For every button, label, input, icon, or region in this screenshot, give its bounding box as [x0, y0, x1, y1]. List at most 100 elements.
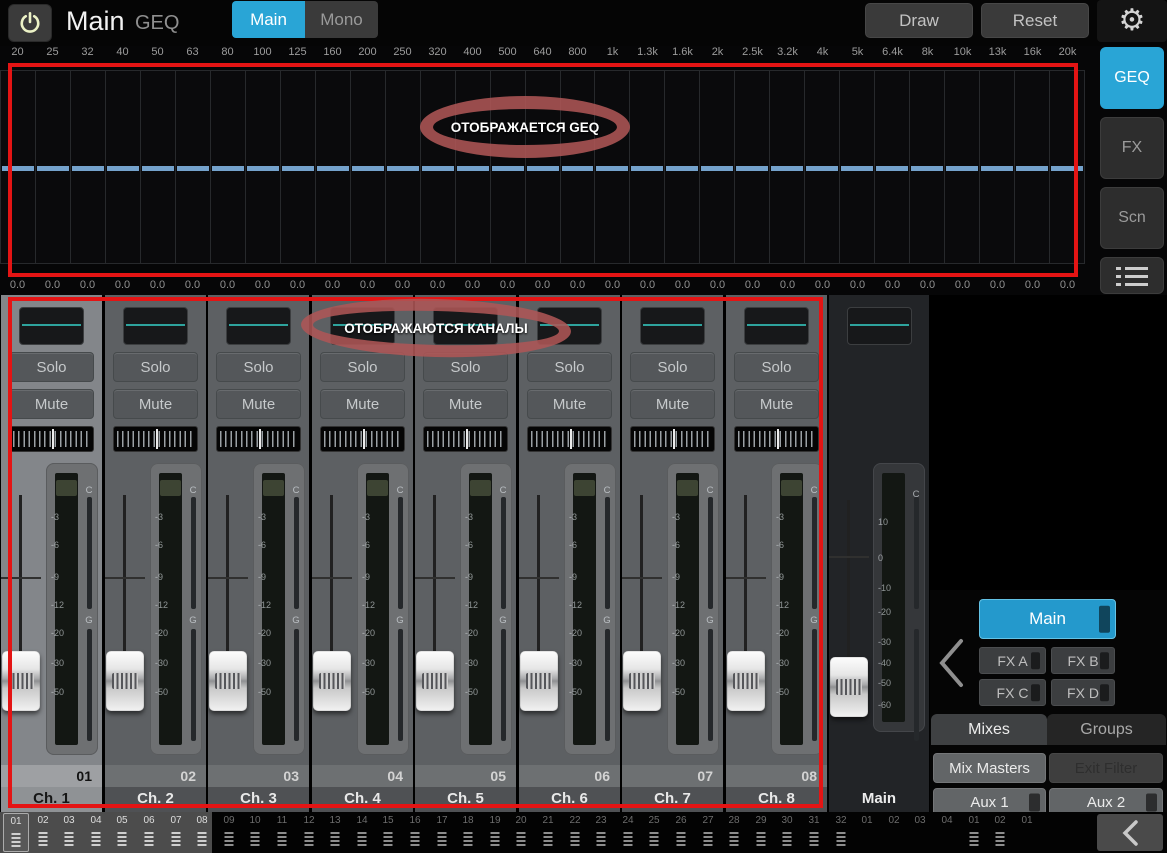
channel-name[interactable]: Ch. 1: [1, 787, 102, 812]
geq-gain-handle[interactable]: [981, 166, 1014, 171]
mute-button[interactable]: Mute: [9, 389, 94, 419]
overview-channel-01[interactable]: 01: [1014, 813, 1040, 852]
geq-band-2k[interactable]: [699, 70, 735, 264]
geq-gain-handle[interactable]: [281, 166, 314, 171]
fader-handle[interactable]: [727, 651, 765, 711]
eq-thumbnail[interactable]: [537, 307, 602, 345]
fx-d-button[interactable]: FX D: [1051, 679, 1115, 706]
geq-band-25[interactable]: [34, 70, 70, 264]
overview-channel-01[interactable]: 01: [854, 813, 880, 852]
geq-band-800[interactable]: [559, 70, 595, 264]
overview-channel-03[interactable]: 03: [56, 813, 82, 852]
geq-band-250[interactable]: [384, 70, 420, 264]
geq-band-125[interactable]: [279, 70, 315, 264]
geq-band-2.5k[interactable]: [734, 70, 770, 264]
eq-thumbnail[interactable]: [847, 307, 912, 345]
geq-band-320[interactable]: [419, 70, 455, 264]
eq-thumbnail[interactable]: [433, 307, 498, 345]
overview-channel-27[interactable]: 27: [695, 813, 721, 852]
geq-gain-handle[interactable]: [701, 166, 734, 171]
geq-band-5k[interactable]: [839, 70, 875, 264]
pan-slider[interactable]: [734, 426, 819, 452]
power-button[interactable]: [8, 4, 52, 42]
pan-slider[interactable]: [320, 426, 405, 452]
fader-handle[interactable]: [313, 651, 351, 711]
channel-strip-02[interactable]: Solo Mute -3 -6 -9 -12 -20 -30 -50 C G 02 Ch. 2: [105, 295, 206, 812]
mute-button[interactable]: Mute: [630, 389, 715, 419]
geq-band-63[interactable]: [174, 70, 210, 264]
geq-gain-handle[interactable]: [666, 166, 699, 171]
channel-strip-08[interactable]: Solo Mute -3 -6 -9 -12 -20 -30 -50 C G 08 Ch. 8: [726, 295, 827, 812]
tab-mono[interactable]: Mono: [305, 1, 378, 38]
geq-band-160[interactable]: [314, 70, 350, 264]
geq-band-640[interactable]: [524, 70, 560, 264]
geq-band-500[interactable]: [489, 70, 525, 264]
channel-strip-05[interactable]: Solo Mute -3 -6 -9 -12 -20 -30 -50 C G 05 Ch. 5: [415, 295, 516, 812]
fader-handle[interactable]: [2, 651, 40, 711]
collapse-panel-button[interactable]: [934, 636, 968, 690]
mix-masters-button[interactable]: Mix Masters: [933, 753, 1046, 783]
pan-slider[interactable]: [113, 426, 198, 452]
geq-gain-handle[interactable]: [141, 166, 174, 171]
overview-channel-28[interactable]: 28: [721, 813, 747, 852]
channel-name[interactable]: Ch. 4: [312, 787, 413, 812]
overview-channel-20[interactable]: 20: [508, 813, 534, 852]
overview-channel-16[interactable]: 16: [402, 813, 428, 852]
geq-band-100[interactable]: [244, 70, 280, 264]
channel-name[interactable]: Ch. 6: [519, 787, 620, 812]
geq-band-80[interactable]: [209, 70, 245, 264]
pan-slider[interactable]: [527, 426, 612, 452]
channel-name[interactable]: Ch. 2: [105, 787, 206, 812]
geq-gain-handle[interactable]: [736, 166, 769, 171]
channel-strip-07[interactable]: Solo Mute -3 -6 -9 -12 -20 -30 -50 C G 07 Ch. 7: [622, 295, 723, 812]
geq-gain-handle[interactable]: [526, 166, 559, 171]
overview-channel-26[interactable]: 26: [668, 813, 694, 852]
geq-band-16k[interactable]: [1014, 70, 1050, 264]
geq-band-400[interactable]: [454, 70, 490, 264]
fader-handle[interactable]: [623, 651, 661, 711]
overview-channel-29[interactable]: 29: [748, 813, 774, 852]
channel-name[interactable]: Ch. 5: [415, 787, 516, 812]
geq-gain-handle[interactable]: [36, 166, 69, 171]
overview-channel-18[interactable]: 18: [455, 813, 481, 852]
pan-slider[interactable]: [9, 426, 94, 452]
fader-handle[interactable]: [830, 657, 868, 717]
channel-name[interactable]: Main: [829, 787, 929, 812]
geq-band-40[interactable]: [104, 70, 140, 264]
geq-band-6.4k[interactable]: [874, 70, 910, 264]
exit-filter-button[interactable]: Exit Filter: [1049, 753, 1163, 783]
overview-channel-02[interactable]: 02: [30, 813, 56, 852]
overview-channel-09[interactable]: 09: [216, 813, 242, 852]
solo-button[interactable]: Solo: [216, 352, 301, 382]
geq-gain-handle[interactable]: [71, 166, 104, 171]
overview-channel-02[interactable]: 02: [987, 813, 1013, 852]
geq-gain-handle[interactable]: [246, 166, 279, 171]
channel-strip-04[interactable]: Solo Mute -3 -6 -9 -12 -20 -30 -50 C G 04 Ch. 4: [312, 295, 413, 812]
overview-channel-01[interactable]: 01: [3, 813, 29, 852]
geq-gain-handle[interactable]: [876, 166, 909, 171]
overview-channel-07[interactable]: 07: [163, 813, 189, 852]
mute-button[interactable]: Mute: [734, 389, 819, 419]
geq-gain-handle[interactable]: [841, 166, 874, 171]
pan-slider[interactable]: [630, 426, 715, 452]
geq-band-32[interactable]: [69, 70, 105, 264]
overview-channel-05[interactable]: 05: [109, 813, 135, 852]
settings-button[interactable]: ⚙: [1097, 0, 1167, 42]
overview-channel-15[interactable]: 15: [375, 813, 401, 852]
reset-button[interactable]: Reset: [981, 3, 1089, 38]
overview-channel-04[interactable]: 04: [934, 813, 960, 852]
geq-band-1.3k[interactable]: [629, 70, 665, 264]
geq-gain-handle[interactable]: [631, 166, 664, 171]
sidebar-scn-button[interactable]: Scn: [1100, 187, 1164, 249]
geq-gain-handle[interactable]: [456, 166, 489, 171]
overview-channel-30[interactable]: 30: [774, 813, 800, 852]
overview-channel-14[interactable]: 14: [349, 813, 375, 852]
geq-band-10k[interactable]: [944, 70, 980, 264]
overview-channel-10[interactable]: 10: [242, 813, 268, 852]
fader-handle[interactable]: [106, 651, 144, 711]
mute-button[interactable]: Mute: [423, 389, 508, 419]
geq-band-1.6k[interactable]: [664, 70, 700, 264]
geq-gain-handle[interactable]: [351, 166, 384, 171]
geq-gain-handle[interactable]: [771, 166, 804, 171]
geq-gain-handle[interactable]: [911, 166, 944, 171]
